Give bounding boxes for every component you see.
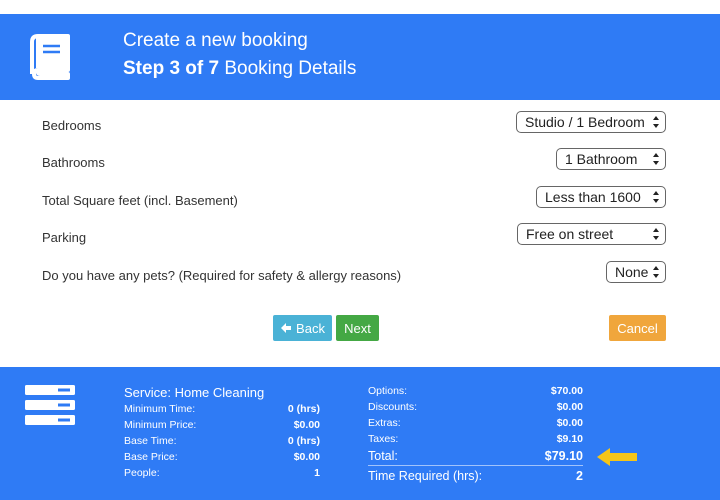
cancel-button[interactable]: Cancel (609, 315, 666, 341)
back-button[interactable]: Back (273, 315, 332, 341)
summary-value: $70.00 (550, 385, 583, 397)
summary-value: 1 (314, 467, 320, 479)
form-row-square-feet: Total Square feet (incl. Basement) Less … (0, 186, 720, 216)
summary-key: Base Price: (124, 451, 178, 463)
summary-key: Discounts: (368, 401, 418, 413)
summary-item-base-time: Base Time: 0 (hrs) (124, 435, 320, 451)
select-arrows-icon (653, 228, 659, 240)
square-feet-select[interactable]: Less than 1600 (536, 186, 666, 208)
bathrooms-select-value: 1 Bathroom (565, 151, 638, 167)
square-feet-select-value: Less than 1600 (545, 189, 641, 205)
pets-label: Do you have any pets? (Required for safe… (42, 268, 402, 283)
summary-item-minimum-time: Minimum Time: 0 (hrs) (124, 403, 320, 419)
summary-key: Base Time: (124, 435, 177, 447)
summary-value: $0.00 (293, 451, 320, 463)
summary-value: $0.00 (293, 419, 320, 431)
bedrooms-select[interactable]: Studio / 1 Bedroom (516, 111, 666, 133)
select-arrows-icon (653, 153, 659, 165)
bedrooms-select-value: Studio / 1 Bedroom (525, 114, 645, 130)
next-button[interactable]: Next (336, 315, 379, 341)
server-icon (25, 385, 75, 425)
booking-summary: Service: Home Cleaning Minimum Time: 0 (… (0, 367, 720, 500)
select-arrows-icon (653, 116, 659, 128)
summary-item-time-required: Time Required (hrs): 2 (368, 469, 583, 487)
summary-item-taxes: Taxes: $9.10 (368, 433, 583, 449)
summary-value: 0 (hrs) (287, 435, 320, 447)
summary-item-people: People: 1 (124, 467, 320, 483)
service-title: Service: Home Cleaning (124, 385, 265, 400)
form-row-bathrooms: Bathrooms 1 Bathroom (0, 148, 720, 178)
pets-select-value: None (615, 264, 649, 280)
form-row-pets: Do you have any pets? (Required for safe… (0, 261, 720, 291)
summary-key: Taxes: (368, 433, 399, 445)
summary-key: Minimum Price: (124, 419, 197, 431)
form-row-parking: Parking Free on street (0, 223, 720, 253)
parking-label: Parking (42, 230, 87, 245)
bathrooms-label: Bathrooms (42, 155, 105, 170)
form-row-bedrooms: Bedrooms Studio / 1 Bedroom (0, 111, 720, 141)
step-number: Step 3 of 7 (123, 58, 220, 79)
summary-item-options: Options: $70.00 (368, 385, 583, 401)
summary-key: Options: (368, 385, 408, 397)
summary-key: Total: (368, 449, 398, 463)
parking-select[interactable]: Free on street (517, 223, 666, 245)
pets-select[interactable]: None (606, 261, 666, 283)
summary-key: Time Required (hrs): (368, 469, 483, 483)
step-name: Booking Details (219, 58, 357, 79)
summary-value: 0 (hrs) (287, 403, 320, 415)
summary-key: Extras: (368, 417, 401, 429)
summary-value: 2 (576, 469, 583, 483)
total-divider (368, 465, 583, 466)
bedrooms-label: Bedrooms (42, 118, 102, 133)
summary-value: $0.00 (556, 417, 583, 429)
summary-key: People: (124, 467, 160, 479)
bathrooms-select[interactable]: 1 Bathroom (556, 148, 666, 170)
summary-value: $0.00 (556, 401, 583, 413)
summary-total-value: $79.10 (544, 449, 583, 463)
cancel-button-label: Cancel (617, 320, 658, 336)
summary-key: Minimum Time: (124, 403, 196, 415)
select-arrows-icon (653, 266, 659, 278)
step-indicator: Step 3 of 7 Booking Details (123, 58, 356, 80)
book-icon (30, 34, 70, 80)
arrow-left-icon (281, 323, 292, 333)
summary-value: $9.10 (556, 433, 583, 445)
square-feet-label: Total Square feet (incl. Basement) (42, 193, 238, 208)
summary-item-extras: Extras: $0.00 (368, 417, 583, 433)
summary-item-minimum-price: Minimum Price: $0.00 (124, 419, 320, 435)
back-button-label: Back (296, 320, 325, 336)
page-header: Create a new booking Step 3 of 7 Booking… (0, 14, 720, 100)
page-title: Create a new booking (123, 30, 308, 51)
arrow-left-pointer-icon (597, 448, 637, 466)
select-arrows-icon (653, 191, 659, 203)
parking-select-value: Free on street (526, 226, 614, 242)
summary-item-base-price: Base Price: $0.00 (124, 451, 320, 467)
summary-item-discounts: Discounts: $0.00 (368, 401, 583, 417)
next-button-label: Next (344, 320, 371, 336)
